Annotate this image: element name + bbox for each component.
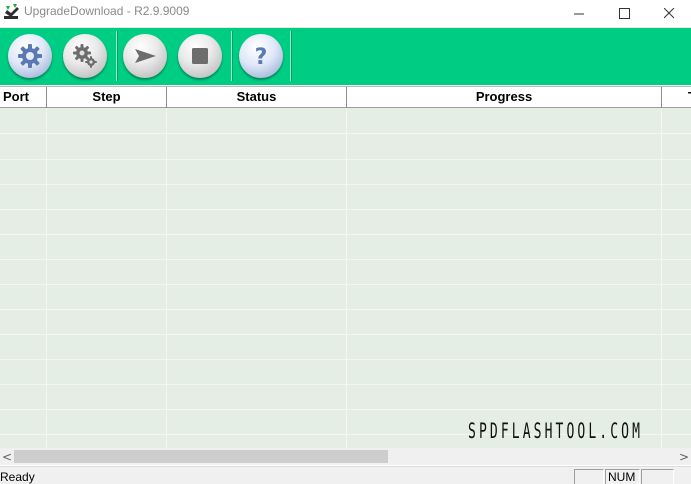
grid-row-line (0, 334, 691, 335)
column-header-step[interactable]: Step (47, 87, 167, 108)
close-icon (663, 7, 674, 18)
window-title: UpgradeDownload - R2.9.9009 (24, 4, 190, 18)
column-header-status[interactable]: Status (167, 87, 347, 108)
scroll-right-button[interactable]: > (677, 448, 691, 465)
gears-icon (73, 44, 97, 68)
load-packet-button[interactable] (8, 34, 52, 78)
toolbar-separator (116, 31, 118, 81)
maximize-button[interactable] (601, 0, 647, 26)
toolbar-separator (231, 31, 233, 81)
grid-row-line (0, 259, 691, 260)
grid-row-line (0, 234, 691, 235)
grid-row-line (0, 309, 691, 310)
stop-download-button[interactable] (178, 34, 222, 78)
grid-row-line (0, 284, 691, 285)
grid-row-line (0, 209, 691, 210)
close-button[interactable] (646, 0, 691, 26)
grid-header: Port Step Status Progress T (0, 86, 691, 108)
minimize-button[interactable] (556, 0, 602, 26)
question-icon: ? (255, 45, 268, 70)
grid-row-line (0, 359, 691, 360)
maximize-icon (618, 7, 630, 19)
svg-text:?: ? (255, 45, 268, 70)
status-bar: Ready NUM (0, 466, 691, 484)
status-pane-scroll (641, 469, 674, 484)
grid-row-line (0, 159, 691, 160)
grid-row-line (0, 133, 691, 134)
scroll-left-button[interactable]: < (0, 448, 14, 465)
status-pane-num: NUM (605, 469, 640, 484)
title-bar: UpgradeDownload - R2.9.9009 (0, 0, 691, 26)
column-header-port[interactable]: Port (0, 87, 47, 108)
horizontal-scrollbar[interactable]: < > (0, 448, 691, 465)
column-header-progress[interactable]: Progress (347, 87, 662, 108)
minimize-icon (573, 13, 584, 14)
stop-square-icon (192, 48, 208, 64)
toolbar-separator (290, 31, 292, 81)
grid-row-line (0, 384, 691, 385)
status-pane-caps (574, 469, 604, 484)
status-text: Ready (0, 470, 35, 484)
gear-icon (18, 44, 42, 68)
play-arrow-icon (135, 49, 156, 63)
start-download-button[interactable] (123, 34, 167, 78)
grid-row-line (0, 409, 691, 410)
port-grid[interactable] (0, 108, 691, 448)
spd-download-icon (3, 3, 21, 21)
help-button[interactable]: ? (239, 34, 283, 78)
toolbar: ? (0, 27, 691, 85)
settings-button[interactable] (63, 34, 107, 78)
column-header-time[interactable]: T (662, 87, 691, 108)
watermark: SPDFLASHTOOL.COM (468, 419, 644, 443)
scrollbar-thumb[interactable] (14, 450, 388, 463)
grid-row-line (0, 184, 691, 185)
